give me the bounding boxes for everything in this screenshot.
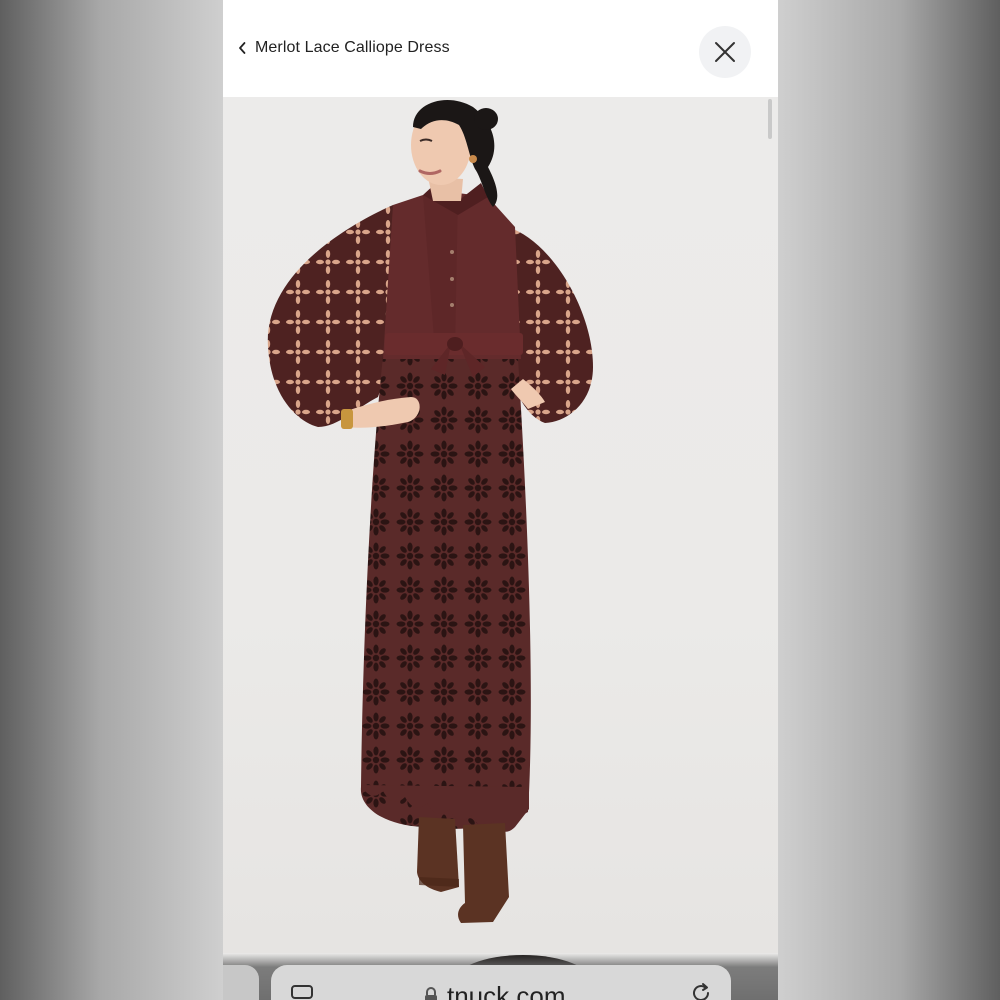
model-in-dress-illustration — [267, 99, 593, 923]
close-button[interactable] — [699, 26, 751, 78]
modal-header: Merlot Lace Calliope Dress — [223, 0, 778, 97]
url-text[interactable]: tnuck.com — [447, 981, 566, 1000]
page-title: Merlot Lace Calliope Dress — [255, 39, 450, 56]
address-bar[interactable]: tnuck.com — [271, 965, 731, 1000]
reload-icon[interactable] — [689, 981, 713, 1000]
scrollbar[interactable] — [768, 99, 772, 139]
browser-toolbar: tnuck.com — [223, 953, 778, 1000]
close-icon — [715, 42, 735, 62]
previous-tab-chip[interactable] — [223, 965, 259, 1000]
background-blur-left — [0, 0, 223, 1000]
back-button[interactable]: Merlot Lace Calliope Dress — [237, 36, 450, 60]
tabs-icon[interactable] — [291, 985, 313, 999]
background-blur-right — [778, 0, 1000, 1000]
phone-screen: Merlot Lace Calliope Dress tnuck.com — [223, 0, 778, 1000]
product-photo[interactable] — [223, 97, 778, 953]
chevron-left-icon — [239, 42, 246, 54]
lock-icon — [425, 987, 437, 1000]
